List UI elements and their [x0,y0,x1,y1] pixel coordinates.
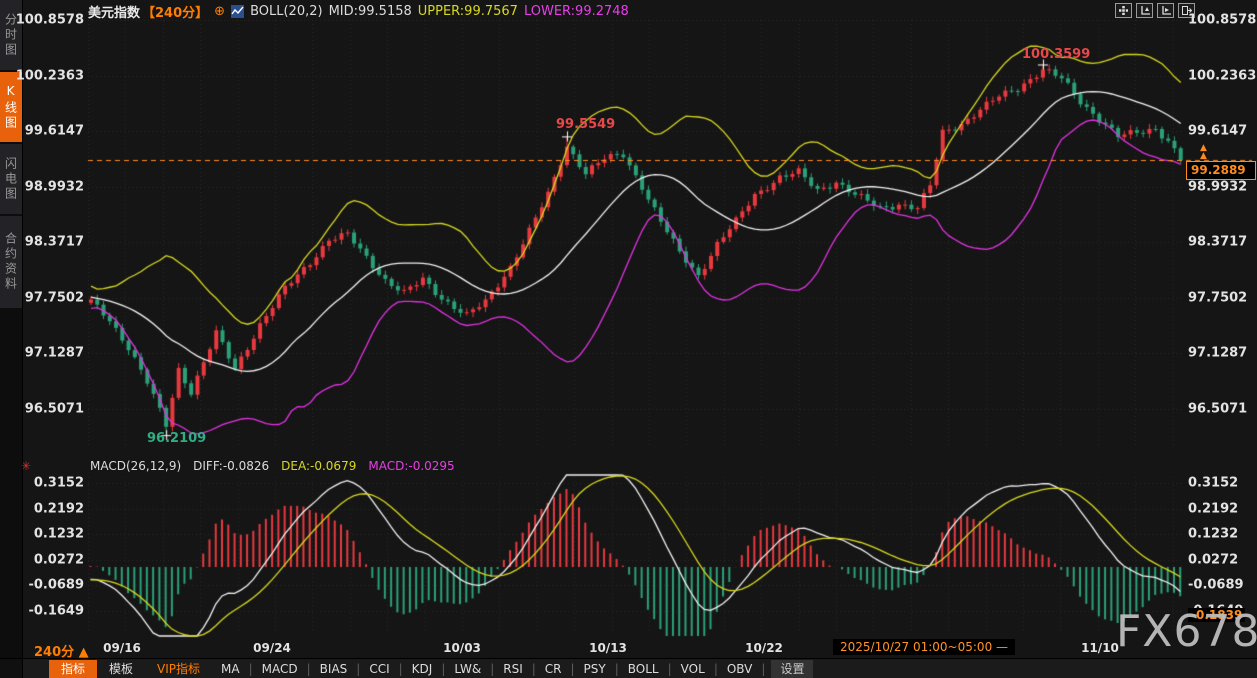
toolbar-item-OBV[interactable]: OBV [718,660,762,678]
axis-label: -0.0689 [1188,577,1244,593]
macd-title: MACD(26,12,9) [90,459,182,473]
macd-diff-value: DIFF:-0.0826 [193,459,270,473]
axis-label: 100.8578 [1188,12,1257,28]
crosshair-date-tooltip: 2025/10/27 01:00~05:00 — [833,639,1016,655]
sidebar-tab-2[interactable]: 闪电图 [0,144,22,214]
symbol-name: 美元指数 [88,5,141,21]
axis-label: 0.1232 [1188,526,1239,542]
candle-chart-icon [231,4,245,18]
toolbar-item-CR[interactable]: CR [536,660,571,678]
axis-label: 98.9932 [1188,179,1248,195]
axis-label: 0.0272 [33,552,84,568]
axis-label: 98.3717 [24,234,84,250]
axis-label: -0.0689 [28,577,84,593]
axis-label: 97.7502 [1188,290,1248,306]
axis-label: 98.3717 [1188,234,1248,250]
left-sidebar: 分时图 K线图 闪电图 合约资料 [0,0,23,677]
axis-label: 99.6147 [24,123,84,139]
toolbar-item-设置[interactable]: 设置 [771,659,814,678]
toolbar-item-MA[interactable]: MA [212,660,249,678]
axis-label: 98.9932 [24,179,84,195]
macd-header: MACD(26,12,9) DIFF:-0.0826 DEA:-0.0679 M… [90,459,455,473]
peak-annotation: 100.3599 [1022,47,1091,62]
x-axis-date-label: 11/10 [1081,641,1119,655]
sidebar-tab-0[interactable]: 分时图 [0,0,22,70]
axis-label: 96.5071 [24,401,84,417]
watermark: FX678 [1116,606,1257,657]
boll-mid-value: MID:99.5158 [328,3,412,19]
x-axis-date-label: 10/03 [443,641,481,655]
chart-toolbar-icons [1115,3,1195,18]
chart-header: 美元指数 【240分】 ⊕ BOLL(20,2) MID:99.5158 UPP… [88,2,629,21]
axis-label: 100.2363 [15,68,84,84]
axis-zoom-vertical-icon[interactable] [1136,3,1153,18]
axis-label: 0.3152 [33,475,84,491]
axis-label: 99.6147 [1188,123,1248,139]
indicator-toolbar: 指标 模板 VIP指标 MA | MACD | BIAS | CCI | KDJ | LW& | RSI | CR… [0,658,1257,678]
axis-label: 0.1232 [33,526,84,542]
axis-label: 0.2192 [1188,501,1239,517]
axis-zoom-horizontal-icon[interactable] [1157,3,1174,18]
toolbar-item-RSI[interactable]: RSI [494,660,532,678]
toolbar-item-CCI[interactable]: CCI [360,660,398,678]
x-axis-date-label: 10/22 [745,641,783,655]
axis-label: -0.1649 [28,603,84,619]
toolbar-item-VOL[interactable]: VOL [672,660,714,678]
axis-label: 97.1287 [1188,345,1248,361]
toolbar-corner-block [0,659,23,678]
axis-label: 97.7502 [24,290,84,306]
x-axis-date-label: 10/13 [589,641,627,655]
axis-label: 96.5071 [1188,401,1248,417]
toolbar-item-KDJ[interactable]: KDJ [403,660,442,678]
current-price-tag: 99.2889 [1186,161,1256,180]
boll-lower-value: LOWER:99.2748 [523,3,629,19]
indicator-name: BOLL(20,2) [250,3,323,19]
swing-low-annotation: 96.2109 [147,431,207,446]
axis-label: 0.2192 [33,501,84,517]
toolbar-item-LW&[interactable]: LW& [445,660,490,678]
toolbar-item-PSY[interactable]: PSY [575,660,615,678]
boll-upper-value: UPPER:99.7567 [417,3,518,19]
x-axis-date-label: 09/16 [103,641,141,655]
macd-settings-icon[interactable]: ✳ [21,459,31,473]
toolbar-item-指标[interactable]: 指标 [49,659,98,678]
add-indicator-icon[interactable]: ⊕ [214,4,225,19]
toolbar-item-BOLL[interactable]: BOLL [619,660,668,678]
macd-dea-value: DEA:-0.0679 [281,459,357,473]
axis-label: 97.1287 [24,345,84,361]
toolbar-item-MACD[interactable]: MACD [253,660,307,678]
macd-macd-value: MACD:-0.0295 [368,459,455,473]
toolbar-item-VIP指标[interactable]: VIP指标 [145,660,212,678]
sidebar-tab-3[interactable]: 合约资料 [0,216,22,308]
toolbar-item-BIAS[interactable]: BIAS [311,660,357,678]
axis-label: 100.8578 [15,12,84,28]
axis-label: 0.3152 [1188,475,1239,491]
toolbar-item-模板[interactable]: 模板 [97,660,145,678]
axis-label: 100.2363 [1188,68,1257,84]
axis-label: 0.0272 [1188,552,1239,568]
x-axis-date-label: 09/24 [253,641,291,655]
candlestick-chart-canvas[interactable] [0,0,1257,677]
move-tool-icon[interactable] [1115,3,1132,18]
price-arrow-icon: ▲ ▲ [1200,143,1207,161]
toolbar-separator: | [761,661,766,676]
timeframe-label[interactable]: 【240分】 [142,2,208,21]
swing-high-annotation: 99.5549 [556,117,616,132]
